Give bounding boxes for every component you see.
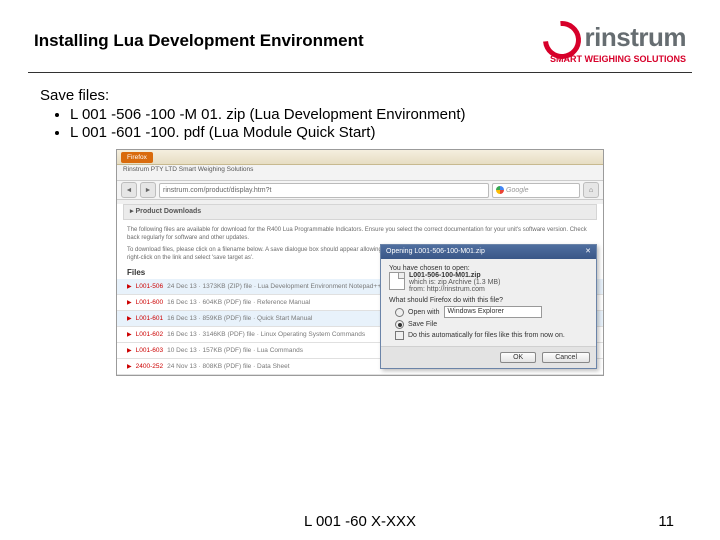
save-file-label: Save File bbox=[408, 321, 437, 328]
open-with-select[interactable]: Windows Explorer bbox=[444, 306, 542, 318]
remember-label: Do this automatically for files like thi… bbox=[408, 332, 565, 339]
open-with-radio[interactable] bbox=[395, 308, 404, 317]
file-icon bbox=[389, 272, 405, 290]
cancel-button[interactable]: Cancel bbox=[542, 352, 590, 363]
triangle-icon: ▶ bbox=[127, 315, 132, 322]
file-desc: 10 Dec 13 · 157KB (PDF) file · Lua Comma… bbox=[167, 347, 303, 354]
list-item: L 001 -506 -100 -M 01. zip (Lua Developm… bbox=[70, 106, 680, 123]
triangle-icon: ▶ bbox=[127, 347, 132, 354]
search-placeholder: Google bbox=[506, 184, 529, 197]
back-button[interactable]: ◄ bbox=[121, 182, 137, 198]
page-number: 11 bbox=[658, 513, 674, 530]
triangle-icon: ▶ bbox=[127, 283, 132, 290]
list-item: L 001 -601 -100. pdf (Lua Module Quick S… bbox=[70, 124, 680, 141]
triangle-icon: ▶ bbox=[127, 331, 132, 338]
file-link[interactable]: L001-603 bbox=[136, 347, 163, 354]
search-field[interactable]: Google bbox=[492, 183, 580, 198]
tab-bar[interactable]: Rinstrum PTY LTD Smart Weighing Solution… bbox=[117, 165, 603, 181]
dialog-filetype: which is: zip Archive (1.3 MB) bbox=[409, 279, 500, 286]
file-link[interactable]: L001-600 bbox=[136, 299, 163, 306]
save-file-dialog: Opening L001-506-100-M01.zip ✕ You have … bbox=[380, 244, 597, 369]
page-title: Installing Lua Development Environment bbox=[34, 31, 364, 51]
dialog-filename: L001-506-100-M01.zip bbox=[409, 272, 500, 279]
file-desc: 16 Dec 13 · 604KB (PDF) file · Reference… bbox=[167, 299, 310, 306]
dialog-title: Opening L001-506-100-M01.zip bbox=[386, 245, 485, 259]
ok-button[interactable]: OK bbox=[500, 352, 536, 363]
save-files-list: L 001 -506 -100 -M 01. zip (Lua Developm… bbox=[70, 106, 680, 141]
logo-text: rinstrum bbox=[585, 22, 686, 53]
home-button[interactable]: ⌂ bbox=[583, 182, 599, 198]
firefox-button[interactable]: Firefox bbox=[121, 152, 153, 163]
save-files-label: Save files: bbox=[40, 87, 680, 104]
forward-button[interactable]: ► bbox=[140, 182, 156, 198]
file-link[interactable]: L001-506 bbox=[136, 283, 163, 290]
triangle-icon: ▶ bbox=[127, 299, 132, 306]
dialog-question: What should Firefox do with this file? bbox=[389, 297, 588, 304]
file-desc: 16 Dec 13 · 859KB (PDF) file · Quick Sta… bbox=[167, 315, 312, 322]
save-file-radio[interactable] bbox=[395, 320, 404, 329]
dialog-from: from: http://rinstrum.com bbox=[409, 286, 500, 293]
open-with-label: Open with bbox=[408, 309, 440, 316]
google-icon bbox=[496, 186, 504, 194]
section-product-downloads[interactable]: ▸ Product Downloads bbox=[123, 204, 597, 220]
browser-screenshot: Firefox Rinstrum PTY LTD Smart Weighing … bbox=[116, 149, 604, 376]
remember-checkbox[interactable] bbox=[395, 331, 404, 340]
section-title: Product Downloads bbox=[135, 208, 201, 215]
file-desc: 24 Dec 13 · 1373KB (ZIP) file · Lua Deve… bbox=[167, 283, 416, 290]
download-description-1: The following files are available for do… bbox=[117, 224, 603, 244]
triangle-icon: ▶ bbox=[127, 363, 132, 370]
footer-doc-id: L 001 -60 X-XXX bbox=[304, 513, 416, 530]
address-bar[interactable]: rinstrum.com/product/display.htm?t bbox=[159, 183, 489, 198]
file-desc: 16 Dec 13 · 3146KB (PDF) file · Linux Op… bbox=[167, 331, 365, 338]
brand-logo: rinstrum SMART WEIGHING SOLUTIONS bbox=[543, 18, 686, 64]
file-desc: 24 Nov 13 · 808KB (PDF) file · Data Shee… bbox=[167, 363, 289, 370]
dialog-chosen-label: You have chosen to open: bbox=[389, 265, 588, 272]
file-link[interactable]: L001-602 bbox=[136, 331, 163, 338]
close-icon[interactable]: ✕ bbox=[585, 245, 591, 259]
file-link[interactable]: 2400-252 bbox=[136, 363, 163, 370]
file-link[interactable]: L001-601 bbox=[136, 315, 163, 322]
